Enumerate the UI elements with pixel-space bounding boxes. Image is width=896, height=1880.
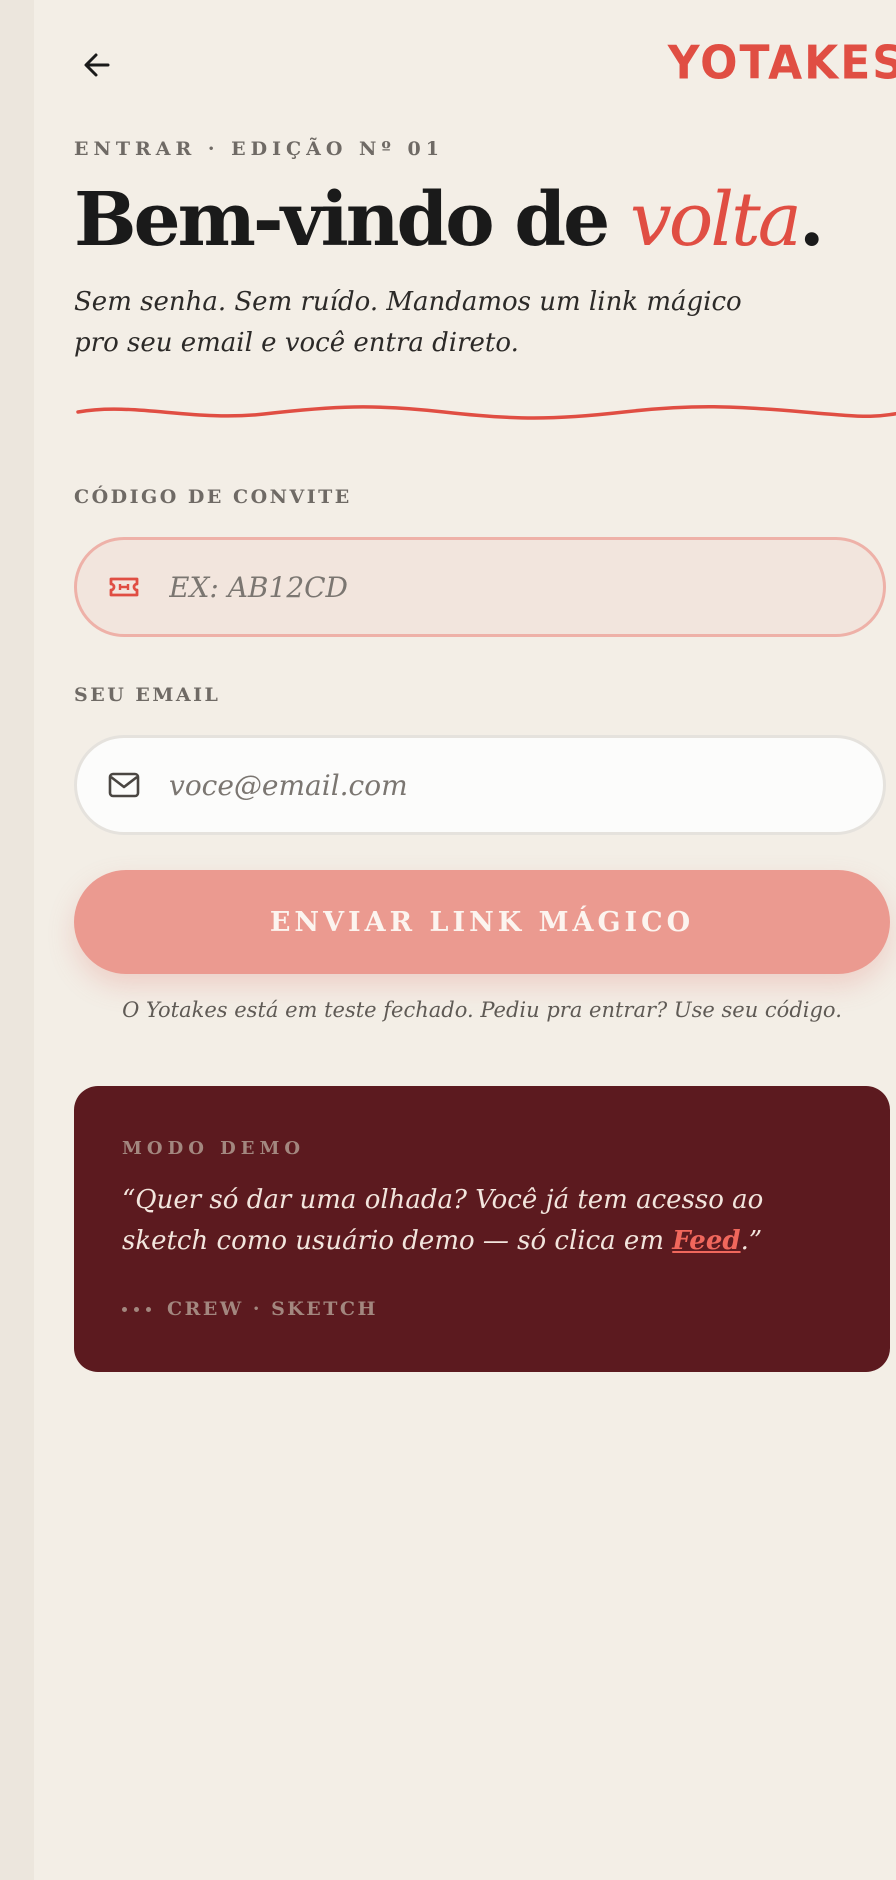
demo-signature: CREW · SKETCH: [122, 1298, 378, 1320]
closed-beta-note: O Yotakes está em teste fechado. Pediu p…: [122, 998, 842, 1022]
demo-signature-text: CREW · SKETCH: [167, 1298, 379, 1320]
login-page: YOTAKES ENTRAR · EDIÇÃO Nº 01 Bem-vindo …: [34, 0, 896, 1880]
wavy-divider: [76, 405, 896, 420]
email-label: SEU EMAIL: [74, 684, 221, 706]
section-eyebrow: ENTRAR · EDIÇÃO Nº 01: [74, 138, 444, 160]
title-suffix: .: [798, 177, 825, 263]
invite-code-label: CÓDIGO DE CONVITE: [74, 486, 352, 508]
demo-quote-text: “Quer só dar uma olhada? Você já tem ace…: [122, 1185, 764, 1256]
demo-mode-label: MODO DEMO: [122, 1138, 306, 1159]
arrow-left-icon: [84, 53, 110, 77]
top-bar: YOTAKES: [34, 30, 896, 100]
invite-code-input[interactable]: [167, 569, 851, 605]
ticket-icon: [107, 570, 141, 604]
send-magic-link-button[interactable]: ENVIAR LINK MÁGICO: [74, 870, 890, 974]
demo-quote: “Quer só dar uma olhada? Você já tem ace…: [122, 1180, 842, 1262]
page-title: Bem-vindo de volta.: [74, 172, 825, 268]
invite-code-field[interactable]: [74, 537, 886, 637]
mail-icon: [107, 768, 141, 802]
title-prefix: Bem-vindo de: [74, 177, 630, 263]
demo-quote-end: .”: [740, 1226, 763, 1256]
feed-link[interactable]: Feed: [672, 1226, 740, 1256]
title-accent: volta: [630, 177, 802, 263]
dots-icon: [122, 1306, 151, 1312]
email-field[interactable]: [74, 735, 886, 835]
demo-mode-card: MODO DEMO “Quer só dar uma olhada? Você …: [74, 1086, 890, 1372]
page-subtitle: Sem senha. Sem ruído. Mandamos um link m…: [74, 287, 742, 358]
side-edge: [0, 0, 34, 1880]
email-input[interactable]: [167, 767, 851, 803]
brand-logo[interactable]: YOTAKES: [668, 37, 896, 91]
back-button[interactable]: [74, 42, 120, 88]
